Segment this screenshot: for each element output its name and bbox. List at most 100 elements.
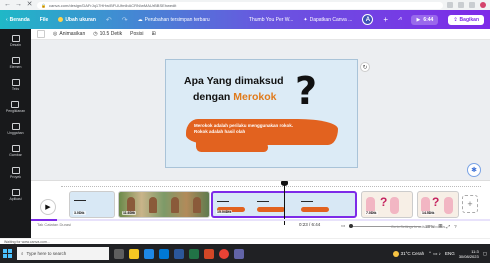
- crown-icon: [58, 17, 64, 22]
- editor-toolbar: ‹ Beranda File Ubah ukuran ↶ ↷ ☁ Perubaha…: [0, 10, 490, 29]
- sidebar-item-desain[interactable]: Desain: [10, 35, 21, 47]
- sidebar-item-teks[interactable]: Teks: [11, 79, 20, 91]
- add-collaborator-icon[interactable]: +: [383, 15, 388, 24]
- upload-icon: ⇪: [453, 16, 458, 23]
- timeline-clip[interactable]: ? 14.5Dtk: [417, 191, 459, 218]
- word-icon[interactable]: [174, 248, 184, 259]
- timeline-clip[interactable]: ? 7.0Dtk: [361, 191, 413, 218]
- side-panel: Desain Elemen Teks Pengiklanan Unggahan Gamba…: [0, 29, 31, 238]
- slide-body-text[interactable]: Merokok adalah perilaku menggunakan roko…: [194, 123, 344, 135]
- clip-duration: 15.04Dtk: [216, 210, 233, 214]
- teams-icon[interactable]: [234, 248, 244, 259]
- help-icon[interactable]: ?: [454, 224, 457, 229]
- notes-hint[interactable]: Tak Catatan Durasi: [37, 222, 71, 227]
- forward-icon[interactable]: →: [15, 0, 22, 10]
- animate-icon: ◎: [53, 31, 58, 37]
- upload-icon: [11, 123, 20, 130]
- sidebar-item-unggahan[interactable]: Unggahan: [7, 123, 24, 135]
- zoom-knob[interactable]: [349, 223, 354, 228]
- back-icon[interactable]: ←: [4, 0, 11, 10]
- cloud-icon: ☁: [137, 16, 143, 23]
- edge-icon[interactable]: [144, 248, 154, 259]
- chrome-icon[interactable]: [219, 248, 229, 259]
- sidebar-item-aplikasi[interactable]: Aplikasi: [9, 189, 22, 201]
- file-menu-button[interactable]: File: [40, 17, 49, 23]
- assistant-icon[interactable]: ✱: [467, 163, 481, 177]
- sidebar-item-pengiklanan[interactable]: Pengiklanan: [6, 101, 25, 113]
- notification-icon[interactable]: ▢: [483, 251, 487, 257]
- weather-text: 31°C Cerah: [400, 251, 425, 256]
- clip-duration: 3.0Dtk: [73, 211, 86, 215]
- video-figure: [171, 197, 179, 213]
- sidebar-item-label: Unggahan: [7, 131, 24, 135]
- search-icon: ⌕: [21, 251, 24, 256]
- question-mark-graphic: ?: [380, 195, 388, 209]
- share-button[interactable]: ⇪ Bagikan: [448, 14, 484, 25]
- shapes-icon: [11, 57, 20, 64]
- video-figure: [193, 197, 201, 213]
- minus-icon[interactable]: ▭: [341, 223, 345, 229]
- timeline-clip[interactable]: 11.6Dtk: [118, 191, 210, 218]
- extension-icon[interactable]: [458, 2, 464, 8]
- present-time: 6:44: [423, 16, 434, 23]
- question-mark-graphic[interactable]: ?: [295, 72, 317, 110]
- duration-button[interactable]: ◷ 10.5 Detik: [93, 31, 122, 37]
- present-button[interactable]: ▶ 6:44: [411, 14, 439, 25]
- task-view-icon[interactable]: [114, 248, 124, 259]
- sync-status: ☁ Perubahan tersimpan terbaru: [138, 17, 210, 23]
- clip-thumb-text: ▬▬▬▬: [74, 198, 86, 202]
- brush-stroke-shape[interactable]: [196, 139, 268, 152]
- fullscreen-icon[interactable]: ⤢: [447, 224, 451, 229]
- sidebar-item-label: Desain: [10, 43, 21, 47]
- sidebar-item-elemen[interactable]: Elemen: [10, 57, 21, 69]
- crown-icon: ✦: [303, 16, 308, 23]
- close-icon[interactable]: ✕: [26, 0, 33, 10]
- windows-taskbar: ⌕ Type here to search 31°C Cerah ⌃ ▭ ♪ E…: [0, 244, 490, 263]
- home-button[interactable]: ‹ Beranda: [6, 17, 30, 23]
- tray-icons[interactable]: ⌃ ▭ ♪: [428, 251, 441, 257]
- resize-button[interactable]: Ubah ukuran: [58, 17, 96, 23]
- refresh-icon[interactable]: ↻: [360, 62, 370, 72]
- excel-icon[interactable]: [189, 248, 199, 259]
- upgrade-button[interactable]: ✦ Dapatkan Canva ...: [303, 17, 352, 23]
- profile-avatar[interactable]: [480, 2, 486, 8]
- taskbar-search[interactable]: ⌕ Type here to search: [17, 247, 109, 260]
- clip-thumb-brush: [301, 207, 329, 212]
- redo-icon[interactable]: ↷: [122, 16, 128, 24]
- timeline-clip[interactable]: ▬▬▬▬ 3.0Dtk: [69, 191, 115, 218]
- sync-label: Perubahan tersimpan terbaru: [144, 16, 210, 23]
- body-line: Rokok adalah hasil olah: [194, 129, 246, 134]
- position-button[interactable]: Posisi: [130, 31, 143, 37]
- animate-button[interactable]: ◎ Animasikan: [53, 31, 85, 37]
- slide-page[interactable]: Apa Yang dimaksud dengan Merokok ? Merok…: [165, 59, 358, 168]
- undo-icon[interactable]: ↶: [106, 16, 112, 24]
- weather-widget[interactable]: 31°C Cerah: [392, 250, 425, 257]
- sidebar-item-proyek[interactable]: Proyek: [10, 167, 21, 179]
- timeline-panel: ▶ ▬▬▬▬ 3.0Dtk 11.6Dtk ▬▬▬▬ ▬▬▬▬ ▬▬▬▬ 15.…: [31, 180, 490, 231]
- user-avatar[interactable]: A: [362, 14, 374, 25]
- transparency-icon[interactable]: ⊞: [151, 31, 155, 37]
- star-icon[interactable]: [447, 2, 453, 8]
- clip-duration: 7.0Dtk: [365, 211, 378, 215]
- analytics-icon[interactable]: ⩘: [398, 16, 401, 23]
- play-button[interactable]: ▶: [40, 199, 56, 215]
- lock-icon: 🔒: [41, 2, 46, 8]
- powerpoint-icon[interactable]: [204, 248, 214, 259]
- position-label: Posisi: [130, 31, 144, 37]
- address-bar[interactable]: 🔒 canva.com/design/DAFrJq17HHw/BFUUfmlbA…: [37, 1, 443, 9]
- language-indicator[interactable]: ENG: [445, 251, 455, 256]
- playback-progress[interactable]: [31, 219, 490, 221]
- clip-duration: 14.5Dtk: [421, 211, 436, 215]
- slide-title-line2[interactable]: dengan Merokok: [193, 91, 276, 103]
- sidebar-item-gambar[interactable]: Gambar: [9, 145, 22, 157]
- window-icon[interactable]: [469, 2, 475, 8]
- design-title[interactable]: Thumb You Per W...: [249, 17, 293, 23]
- slide-title-line1[interactable]: Apa Yang dimaksud: [184, 75, 284, 87]
- store-icon[interactable]: [159, 248, 169, 259]
- windows-start-icon[interactable]: [3, 249, 12, 258]
- resize-label: Ubah ukuran: [65, 16, 96, 23]
- add-page-button[interactable]: +: [462, 195, 478, 213]
- file-explorer-icon[interactable]: [129, 248, 139, 259]
- background-color-swatch[interactable]: [37, 30, 45, 38]
- clock[interactable]: 11:3 30/08/2023: [459, 249, 479, 259]
